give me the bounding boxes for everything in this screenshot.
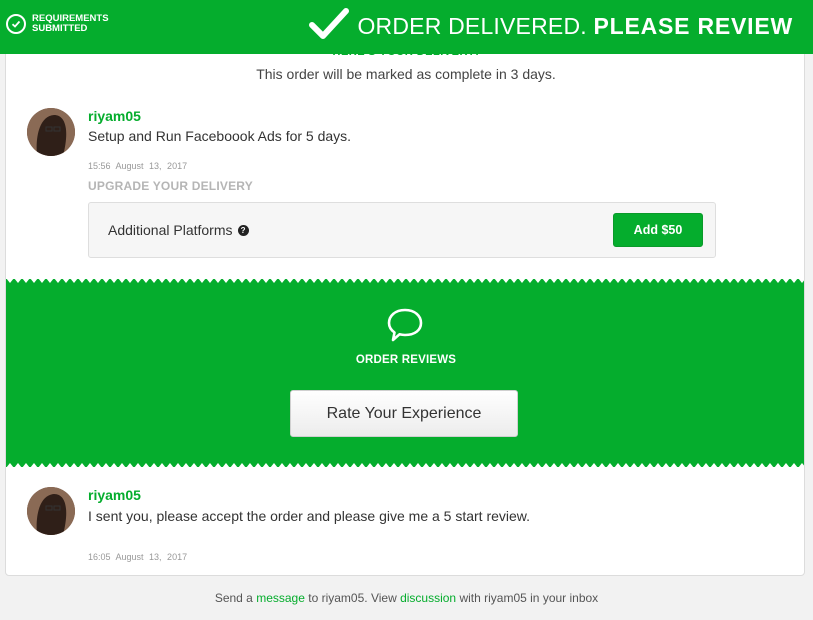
requirements-status: REQUIREMENTS SUBMITTED — [6, 14, 132, 34]
status-prefix: ORDER DELIVERED. — [357, 13, 587, 39]
message-username[interactable]: riyam05 — [88, 108, 141, 124]
upgrade-option: Additional Platforms ? Add $50 — [88, 202, 716, 258]
requirements-label: REQUIREMENTS SUBMITTED — [32, 13, 109, 34]
message-timestamp: 15:56 August 13, 2017 — [88, 161, 188, 171]
message-text: I sent you, please accept the order and … — [88, 508, 531, 524]
check-circle-icon — [6, 14, 26, 34]
order-reviews-title: ORDER REVIEWS — [355, 354, 457, 366]
message-timestamp: 16:05 August 13, 2017 — [88, 552, 188, 562]
zigzag-divider-top — [6, 278, 804, 283]
footer-text: Send a — [214, 591, 253, 605]
order-activity-card: HERE'S YOUR DELIVERY! This order will be… — [5, 40, 805, 576]
order-reviews-section: ORDER REVIEWS Rate Your Experience — [6, 278, 804, 468]
footer-text: with riyam05 in your inbox — [459, 591, 599, 605]
delivered-status: ORDER DELIVERED. PLEASE REVIEW — [309, 8, 793, 45]
question-circle-icon[interactable]: ? — [237, 224, 249, 236]
status-emphasis: PLEASE REVIEW — [593, 13, 793, 39]
inbox-footer: Send a message to riyam05. View discussi… — [0, 591, 813, 605]
message-text: Setup and Run Faceboook Ads for 5 days. — [88, 128, 352, 144]
footer-text: to riyam05. View — [308, 591, 397, 605]
upgrade-option-label: Additional Platforms ? — [108, 222, 249, 238]
discussion-link[interactable]: discussion — [400, 591, 456, 605]
rate-experience-button[interactable]: Rate Your Experience — [290, 390, 518, 437]
message-link[interactable]: message — [256, 591, 305, 605]
complete-notice: This order will be marked as complete in… — [256, 66, 556, 82]
upgrade-title: UPGRADE YOUR DELIVERY — [88, 179, 253, 193]
zigzag-divider-bottom — [6, 463, 804, 468]
delivered-message: ORDER DELIVERED. PLEASE REVIEW — [357, 13, 793, 40]
avatar[interactable] — [27, 108, 75, 156]
speech-bubble-icon — [386, 307, 424, 348]
avatar[interactable] — [27, 487, 75, 535]
upgrade-item-label: Additional Platforms — [108, 222, 233, 238]
add-upgrade-button[interactable]: Add $50 — [613, 213, 703, 247]
checkmark-icon — [309, 8, 350, 45]
order-status-banner: REQUIREMENTS SUBMITTED ORDER DELIVERED. … — [0, 0, 813, 54]
message-username[interactable]: riyam05 — [88, 487, 141, 503]
